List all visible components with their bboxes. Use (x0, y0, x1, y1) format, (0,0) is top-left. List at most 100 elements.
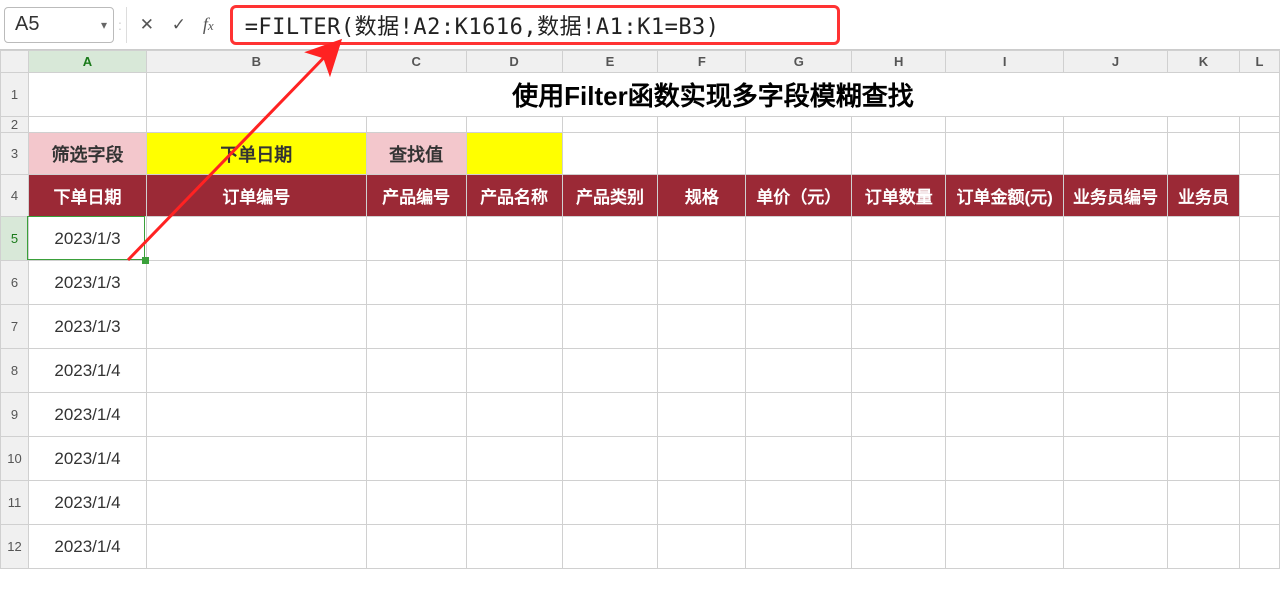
data-cell-row6[interactable] (1064, 261, 1168, 305)
col-header-D[interactable]: D (466, 51, 562, 73)
data-cell-row5[interactable] (366, 217, 466, 261)
cell-row3[interactable] (658, 133, 746, 175)
col-header-L[interactable]: L (1239, 51, 1279, 73)
data-cell-row7[interactable] (1168, 305, 1240, 349)
cell-row3[interactable] (1064, 133, 1168, 175)
data-cell-row6[interactable] (1168, 261, 1240, 305)
data-cell-row9[interactable] (1168, 393, 1240, 437)
data-cell-row11[interactable] (946, 481, 1064, 525)
row-header-2[interactable]: 2 (1, 117, 29, 133)
row-header-4[interactable]: 4 (1, 175, 29, 217)
data-cell-row9[interactable] (466, 393, 562, 437)
data-cell-row12[interactable] (1239, 525, 1279, 569)
data-cell-row6[interactable] (946, 261, 1064, 305)
data-cell-row9[interactable] (146, 393, 366, 437)
data-cell-row12[interactable] (366, 525, 466, 569)
cancel-button[interactable]: ✕ (133, 11, 161, 39)
data-cell-row6[interactable] (366, 261, 466, 305)
cell-row2[interactable] (28, 117, 146, 133)
data-cell-row9[interactable] (366, 393, 466, 437)
data-cell-row8[interactable] (1064, 349, 1168, 393)
cell-row3[interactable] (1168, 133, 1240, 175)
data-cell-row8[interactable] (366, 349, 466, 393)
confirm-button[interactable]: ✓ (165, 11, 193, 39)
data-cell-row8[interactable] (746, 349, 852, 393)
row-header-11[interactable]: 11 (1, 481, 29, 525)
row-header-9[interactable]: 9 (1, 393, 29, 437)
chevron-down-icon[interactable]: ▾ (101, 18, 107, 32)
data-cell-row11[interactable] (466, 481, 562, 525)
cell-row3[interactable] (946, 133, 1064, 175)
row-header-5[interactable]: 5 (1, 217, 29, 261)
data-cell-row11[interactable] (1168, 481, 1240, 525)
filter-field-value[interactable]: 下单日期 (146, 133, 366, 175)
data-cell-row12[interactable] (562, 525, 658, 569)
data-cell-row6[interactable] (562, 261, 658, 305)
data-cell-row6[interactable] (852, 261, 946, 305)
data-cell-row11[interactable] (1239, 481, 1279, 525)
cell-A1[interactable] (28, 73, 146, 117)
data-cell-row8[interactable] (658, 349, 746, 393)
data-cell-row5[interactable] (1064, 217, 1168, 261)
data-cell-row10[interactable] (562, 437, 658, 481)
corner-cell[interactable] (1, 51, 29, 73)
data-cell-row10[interactable] (366, 437, 466, 481)
data-cell-row8[interactable] (1168, 349, 1240, 393)
data-cell-row10[interactable] (746, 437, 852, 481)
data-cell-row10[interactable] (946, 437, 1064, 481)
row-header-3[interactable]: 3 (1, 133, 29, 175)
data-cell-row11[interactable] (562, 481, 658, 525)
data-cell-row7[interactable] (1239, 305, 1279, 349)
data-cell-A9[interactable]: 2023/1/4 (28, 393, 146, 437)
col-header-G[interactable]: G (746, 51, 852, 73)
data-cell-row7[interactable] (366, 305, 466, 349)
data-cell-row6[interactable] (466, 261, 562, 305)
col-header-B[interactable]: B (146, 51, 366, 73)
col-header-E[interactable]: E (562, 51, 658, 73)
data-cell-A8[interactable]: 2023/1/4 (28, 349, 146, 393)
data-cell-row7[interactable] (466, 305, 562, 349)
col-header-K[interactable]: K (1168, 51, 1240, 73)
data-cell-row9[interactable] (658, 393, 746, 437)
data-cell-row11[interactable] (658, 481, 746, 525)
data-cell-row11[interactable] (366, 481, 466, 525)
data-cell-row6[interactable] (1239, 261, 1279, 305)
data-cell-row11[interactable] (146, 481, 366, 525)
data-cell-row7[interactable] (658, 305, 746, 349)
data-cell-A5[interactable]: 2023/1/3 (28, 217, 146, 261)
cell-row2[interactable] (562, 117, 658, 133)
data-cell-row8[interactable] (562, 349, 658, 393)
row-header-6[interactable]: 6 (1, 261, 29, 305)
formula-input[interactable]: =FILTER(数据!A2:K1616,数据!A1:K1=B3) (230, 5, 840, 45)
col-header-F[interactable]: F (658, 51, 746, 73)
cell-row2[interactable] (658, 117, 746, 133)
data-cell-row11[interactable] (1064, 481, 1168, 525)
data-cell-row12[interactable] (852, 525, 946, 569)
data-cell-row9[interactable] (852, 393, 946, 437)
data-cell-row9[interactable] (946, 393, 1064, 437)
data-cell-row10[interactable] (1168, 437, 1240, 481)
data-cell-row5[interactable] (746, 217, 852, 261)
cell-row2[interactable] (466, 117, 562, 133)
data-cell-row9[interactable] (1239, 393, 1279, 437)
data-cell-row12[interactable] (658, 525, 746, 569)
data-cell-row5[interactable] (658, 217, 746, 261)
cell-row3[interactable] (562, 133, 658, 175)
data-cell-row12[interactable] (1168, 525, 1240, 569)
cell-L4[interactable] (1239, 175, 1279, 217)
cell-row2[interactable] (1168, 117, 1240, 133)
cell-row3[interactable] (852, 133, 946, 175)
cell-row2[interactable] (1064, 117, 1168, 133)
data-cell-row9[interactable] (562, 393, 658, 437)
data-cell-row11[interactable] (746, 481, 852, 525)
cell-row2[interactable] (146, 117, 366, 133)
data-cell-A12[interactable]: 2023/1/4 (28, 525, 146, 569)
data-cell-row7[interactable] (852, 305, 946, 349)
row-header-12[interactable]: 12 (1, 525, 29, 569)
data-cell-row5[interactable] (946, 217, 1064, 261)
data-cell-row10[interactable] (146, 437, 366, 481)
data-cell-row5[interactable] (1168, 217, 1240, 261)
data-cell-row7[interactable] (146, 305, 366, 349)
data-cell-row12[interactable] (746, 525, 852, 569)
data-cell-row12[interactable] (1064, 525, 1168, 569)
